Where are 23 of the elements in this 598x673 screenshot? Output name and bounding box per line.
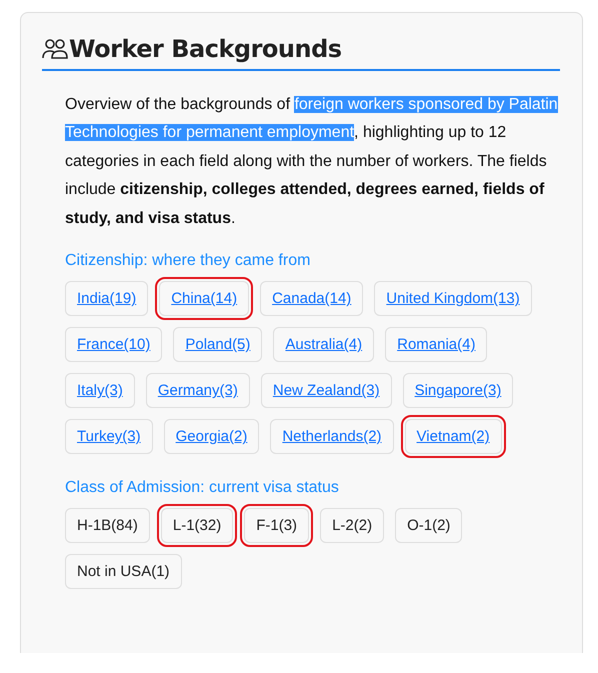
country-tag[interactable]: Netherlands(2) — [270, 419, 394, 454]
country-tag[interactable]: Turkey(3) — [65, 419, 153, 454]
country-tag[interactable]: United Kingdom(13) — [374, 281, 532, 316]
people-icon — [42, 38, 68, 60]
card-title: Worker Backgrounds — [69, 35, 342, 64]
country-tag[interactable]: Romania(4) — [385, 327, 488, 362]
country-tag[interactable]: Georgia(2) — [164, 419, 260, 454]
country-tag[interactable]: France(10) — [65, 327, 162, 362]
country-tag[interactable]: Germany(3) — [146, 373, 250, 408]
country-tag[interactable]: Australia(4) — [273, 327, 374, 362]
description-text: Overview of the backgrounds of foreign workers sponsored by Palatin Technologies for permanent employment, highlighting up to 12 categories in each field along with the number of workers. The fields include citizenship, colleges attended, degrees earned, fields of study, and visa status. — [65, 94, 559, 229]
visa-tag: Not in USA(1) — [65, 554, 182, 590]
visa-tag: O-1(2) — [395, 508, 462, 544]
country-tag[interactable]: Italy(3) — [65, 373, 135, 408]
section-heading: Citizenship: where they came from — [65, 251, 312, 272]
country-tag[interactable]: Canada(14) — [260, 281, 364, 316]
country-tag[interactable]: India(19) — [65, 281, 148, 316]
country-tag[interactable]: Poland(5) — [173, 327, 262, 362]
section-heading: Class of Admission: current visa status — [65, 478, 340, 498]
country-tag[interactable]: New Zealand(3) — [260, 373, 392, 408]
country-tag[interactable]: Singapore(3) — [402, 373, 514, 408]
visa-tag: L-2(2) — [320, 508, 384, 544]
visa-tag: H-1B(84) — [65, 508, 150, 544]
